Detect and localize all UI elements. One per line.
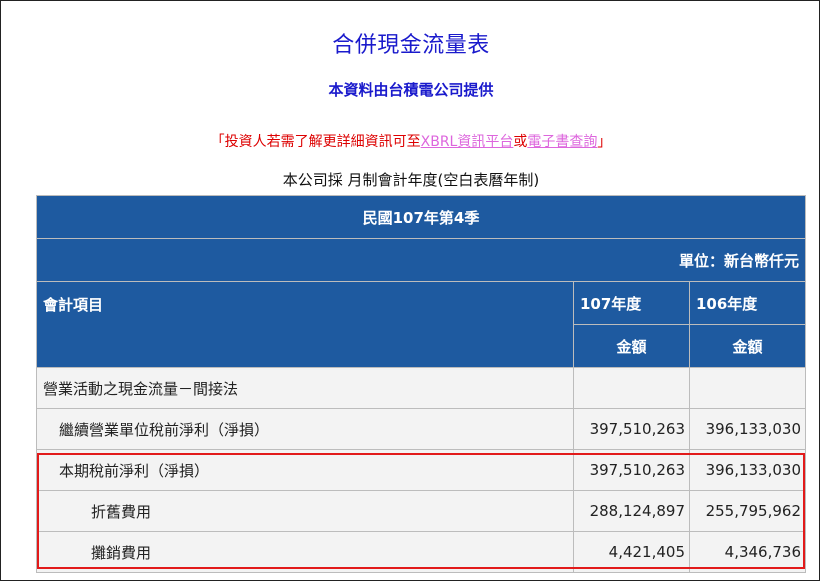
notice-text: 「投資人若需了解更詳細資訊可至XBRL資訊平台或電子書查詢」	[1, 131, 820, 151]
row-label: 折舊費用	[36, 490, 574, 532]
table-row: 營業活動之現金流量－間接法	[36, 367, 806, 409]
notice-middle: 或	[513, 134, 528, 150]
fiscal-year-note: 本公司採 月制會計年度(空白表曆年制)	[282, 171, 540, 189]
value-107: 4,421,405	[573, 531, 690, 573]
page-subtitle: 本資料由台積電公司提供	[328, 81, 494, 99]
table-row: 繼續營業單位稅前淨利（淨損） 397,510,263 396,133,030	[36, 408, 806, 450]
value-106	[689, 367, 806, 409]
amount-header-107: 金額	[573, 324, 690, 368]
table-row: 本期稅前淨利（淨損） 397,510,263 396,133,030	[36, 449, 806, 491]
notice-suffix: 」	[597, 134, 612, 150]
amount-header-106: 金額	[689, 324, 806, 368]
value-107: 397,510,263	[573, 449, 690, 491]
item-header-cell: 會計項目	[36, 281, 574, 368]
xbrl-link[interactable]: XBRL資訊平台	[421, 134, 514, 150]
period-row: 民國107年第4季	[36, 195, 806, 239]
row-label: 繼續營業單位稅前淨利（淨損）	[36, 408, 574, 450]
table-row: 折舊費用 288,124,897 255,795,962	[36, 490, 806, 532]
value-106: 4,346,736	[689, 531, 806, 573]
year-header-107: 107年度	[573, 281, 690, 325]
value-106: 396,133,030	[689, 449, 806, 491]
ebook-link[interactable]: 電子書查詢	[527, 134, 597, 150]
page-title: 合併現金流量表	[332, 33, 490, 58]
row-label: 本期稅前淨利（淨損）	[36, 449, 574, 491]
year-header-106: 106年度	[689, 281, 806, 325]
column-header-row: 會計項目 107年度 106年度	[36, 281, 806, 368]
value-106: 255,795,962	[689, 490, 806, 532]
unit-cell: 單位：新台幣仟元	[36, 238, 806, 282]
row-label: 攤銷費用	[36, 531, 574, 573]
page-frame: 合併現金流量表 本資料由台積電公司提供 「投資人若需了解更詳細資訊可至XBRL資…	[0, 0, 820, 581]
table-row: 攤銷費用 4,421,405 4,346,736	[36, 531, 806, 573]
value-107	[573, 367, 690, 409]
value-107: 397,510,263	[573, 408, 690, 450]
period-cell: 民國107年第4季	[36, 195, 806, 239]
row-label: 營業活動之現金流量－間接法	[36, 367, 574, 409]
notice-prefix: 「投資人若需了解更詳細資訊可至	[210, 134, 421, 150]
unit-row: 單位：新台幣仟元	[36, 238, 806, 282]
cash-flow-table: 民國107年第4季 單位：新台幣仟元 會計項目 107年度 106年度 金額 金…	[36, 195, 806, 573]
value-106: 396,133,030	[689, 408, 806, 450]
value-107: 288,124,897	[573, 490, 690, 532]
